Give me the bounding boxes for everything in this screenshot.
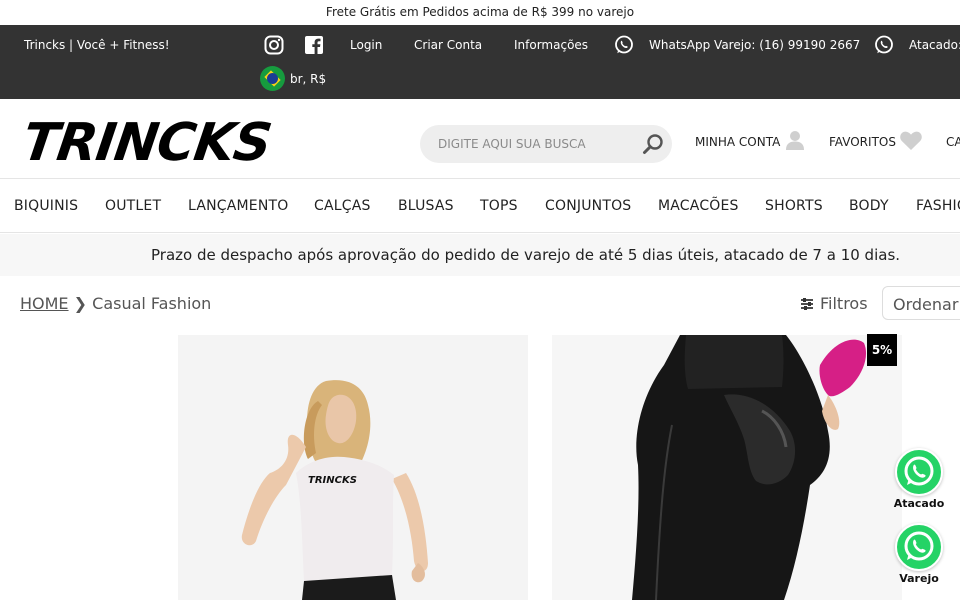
sliders-icon	[801, 297, 813, 310]
whatsapp-icon	[875, 35, 893, 54]
shipping-notice-text: Prazo de despacho após aprovação do pedi…	[151, 246, 901, 264]
create-account-link[interactable]: Criar Conta	[414, 38, 482, 52]
site-header: TRINCKS MINHA CONTA FAVORITOS CA	[0, 99, 960, 179]
nav-item-body[interactable]: BODY	[849, 198, 889, 214]
shirt-text: TRINCKS	[308, 475, 357, 486]
login-link[interactable]: Login	[350, 38, 382, 52]
breadcrumb-home-link[interactable]: HOME	[20, 294, 69, 313]
locale-label: br, R$	[290, 71, 327, 86]
whatsapp-icon	[615, 35, 633, 54]
search-box	[420, 125, 672, 163]
breadcrumb-current: Casual Fashion	[92, 294, 212, 313]
whatsapp-icon	[895, 523, 943, 571]
whatsapp-retail-button[interactable]: Varejo	[893, 523, 945, 585]
whatsapp-retail-label: Varejo	[899, 572, 939, 585]
whatsapp-wholesale-label: Atacado	[893, 497, 945, 510]
category-nav: BIQUINIS OUTLET LANÇAMENTO CALÇAS BLUSAS…	[0, 180, 960, 233]
order-select[interactable]: Ordenar	[882, 286, 960, 320]
product-card[interactable]	[552, 335, 902, 600]
filters-button[interactable]: Filtros	[800, 294, 868, 313]
info-link[interactable]: Informações	[514, 38, 588, 52]
cart-link[interactable]: CA	[946, 135, 960, 149]
nav-item-blusas[interactable]: BLUSAS	[398, 198, 454, 214]
whatsapp-wholesale-button[interactable]: Atacado	[893, 448, 945, 510]
top-bar: Trincks | Você + Fitness! Login Criar Co…	[0, 25, 960, 99]
nav-item-outlet[interactable]: OUTLET	[105, 198, 161, 214]
nav-item-calcas[interactable]: CALÇAS	[314, 198, 371, 214]
favorites-link[interactable]: FAVORITOS	[829, 135, 896, 149]
nav-item-fashion[interactable]: FASHIO	[916, 198, 960, 214]
user-icon[interactable]	[784, 129, 806, 151]
locale-selector[interactable]: br, R$	[260, 66, 326, 91]
nav-item-shorts[interactable]: SHORTS	[765, 198, 823, 214]
my-account-link[interactable]: MINHA CONTA	[695, 135, 780, 149]
breadcrumb: HOME ❯ Casual Fashion	[20, 294, 211, 313]
shipping-notice: Prazo de despacho após aprovação do pedi…	[0, 234, 960, 276]
brazil-flag-icon	[260, 66, 285, 91]
whatsapp-icon	[895, 448, 943, 496]
nav-item-biquinis[interactable]: BIQUINIS	[14, 198, 78, 214]
nav-item-tops[interactable]: TOPS	[480, 198, 518, 214]
product-image[interactable]: TRINCKS	[178, 335, 528, 600]
whatsapp-wholesale-link[interactable]: Atacado:	[909, 38, 960, 52]
search-input[interactable]	[438, 125, 638, 163]
order-label: Ordenar	[893, 295, 959, 314]
tagline: Trincks | Você + Fitness!	[24, 38, 170, 52]
nav-item-conjuntos[interactable]: CONJUNTOS	[545, 198, 631, 214]
search-icon[interactable]	[642, 133, 664, 155]
announcement-text: Frete Grátis em Pedidos acima de R$ 399 …	[325, 5, 635, 19]
filters-label: Filtros	[820, 294, 868, 313]
facebook-icon[interactable]	[304, 35, 324, 55]
product-image[interactable]	[552, 335, 902, 600]
heart-icon[interactable]	[899, 129, 923, 151]
instagram-icon[interactable]	[264, 35, 284, 55]
whatsapp-retail-link[interactable]: WhatsApp Varejo: (16) 99190 2667	[649, 38, 860, 52]
announcement-bar: Frete Grátis em Pedidos acima de R$ 399 …	[0, 0, 960, 25]
breadcrumb-separator: ❯	[73, 294, 88, 313]
discount-badge: 5%	[867, 334, 897, 366]
nav-item-lancamento[interactable]: LANÇAMENTO	[188, 198, 289, 214]
logo[interactable]: TRINCKS	[19, 113, 275, 173]
nav-item-macacoes[interactable]: MACACÕES	[658, 198, 739, 214]
product-card[interactable]: TRINCKS	[178, 335, 528, 600]
